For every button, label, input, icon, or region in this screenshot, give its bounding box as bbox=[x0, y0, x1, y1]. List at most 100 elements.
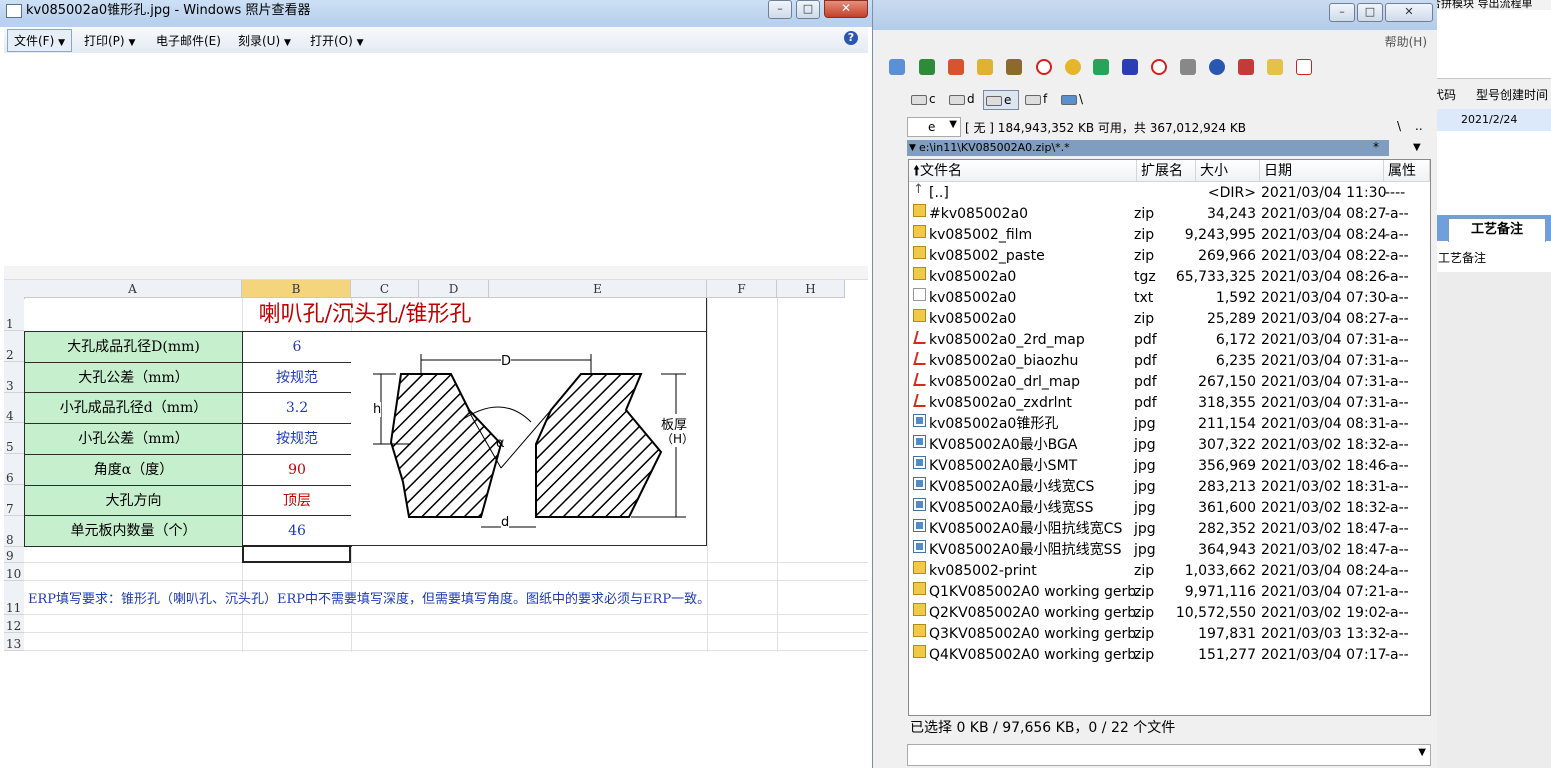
file-name: KV085002A0最小BGA bbox=[929, 437, 1078, 453]
window-title: kv085002a0锥形孔.jpg - Windows 照片查看器 bbox=[26, 3, 311, 18]
drive-f[interactable]: f bbox=[1023, 90, 1047, 108]
menu-burn[interactable]: 刻录(U) ▼ bbox=[238, 32, 291, 49]
img-icon bbox=[913, 498, 926, 511]
cube-icon[interactable] bbox=[1122, 59, 1138, 75]
status-bar: 已选择 0 KB / 97,656 KB，0 / 22 个文件 bbox=[910, 720, 1176, 736]
menu-open[interactable]: 打开(O) ▼ bbox=[310, 32, 364, 49]
menu-print[interactable]: 打印(P) ▼ bbox=[84, 32, 135, 49]
file-row[interactable]: kv085002a0_zxdrlnt pdf 318,355 2021/03/04 0… bbox=[909, 393, 1430, 414]
file-row[interactable]: #kv085002a0 zip 34,243 2021/03/04 08:27 -a-- bbox=[909, 204, 1430, 225]
file-size: 361,600 bbox=[1198, 500, 1256, 516]
file-attributes: -a-- bbox=[1385, 416, 1409, 432]
file-row[interactable]: kv085002a0锥形孔 jpg 211,154 2021/03/04 08:31-… bbox=[909, 414, 1430, 435]
tab-process-notes[interactable]: 工艺备注 bbox=[1448, 218, 1546, 242]
file-row[interactable]: kv085002a0 zip 25,289 2021/03/04 08:27 -a-- bbox=[909, 309, 1430, 330]
folder-icon bbox=[913, 624, 926, 637]
file-row[interactable]: KV085002A0最小线宽SS jpg 361,600 2021/03/02 18:… bbox=[909, 498, 1430, 519]
file-size: 356,969 bbox=[1198, 458, 1256, 474]
pdf-tool-icon[interactable] bbox=[1093, 59, 1109, 75]
file-size: 25,289 bbox=[1207, 311, 1256, 327]
file-row[interactable]: Q2KV085002A0 working gerb.. zip 10,572,550… bbox=[909, 603, 1430, 624]
key-icon[interactable] bbox=[1065, 59, 1081, 75]
shield-icon[interactable] bbox=[1238, 59, 1254, 75]
close-button[interactable]: ✕ bbox=[1385, 3, 1433, 22]
file-row[interactable]: kv085002a0 txt 1,592 2021/03/04 07:30 -a-- bbox=[909, 288, 1430, 309]
info-icon[interactable] bbox=[1209, 59, 1225, 75]
folder-icon bbox=[913, 246, 926, 259]
minimize-button[interactable]: – bbox=[768, 0, 792, 19]
file-extension: txt bbox=[1134, 290, 1154, 306]
grid-line bbox=[24, 562, 868, 563]
parent-button[interactable]: .. bbox=[1415, 119, 1423, 133]
minimize-button[interactable]: – bbox=[1329, 3, 1355, 22]
refresh-icon[interactable] bbox=[889, 59, 905, 75]
menu-file[interactable]: 文件(F) ▼ bbox=[7, 29, 73, 52]
sheet-label-cell: 大孔公差（mm） bbox=[24, 362, 243, 394]
folder-icon bbox=[913, 603, 926, 616]
file-row[interactable]: kv085002a0 tgz 65,733,325 2021/03/04 08:26-… bbox=[909, 267, 1430, 288]
file-row[interactable]: KV085002A0最小阻抗线宽SS jpg 364,943 2021/03/02 1… bbox=[909, 540, 1430, 561]
puzzle-icon[interactable] bbox=[1006, 59, 1022, 75]
file-name: kv085002a0_biaozhu bbox=[929, 353, 1079, 369]
header-size[interactable]: 大小 bbox=[1196, 160, 1260, 182]
network-icon[interactable] bbox=[1180, 59, 1196, 75]
drive-select[interactable]: e ▼ bbox=[907, 117, 961, 137]
column-model-created-time[interactable]: 型号创建时间 bbox=[1476, 86, 1548, 103]
filter-text[interactable]: * bbox=[1373, 140, 1379, 154]
drive-c[interactable]: c bbox=[909, 90, 936, 108]
help-menu[interactable]: 帮助(H) bbox=[1385, 33, 1427, 50]
file-row[interactable]: ↑ [..] <DIR> 2021/03/04 11:30 ---- bbox=[909, 183, 1430, 204]
file-row[interactable]: KV085002A0最小阻抗线宽CS jpg 282,352 2021/03/02 1… bbox=[909, 519, 1430, 540]
file-row[interactable]: KV085002A0最小线宽CS jpg 283,213 2021/03/02 18:… bbox=[909, 477, 1430, 498]
file-row[interactable]: Q3KV085002A0 working gerb.. zip 197,831 202… bbox=[909, 624, 1430, 645]
archive-icon[interactable] bbox=[948, 59, 964, 75]
maximize-button[interactable]: □ bbox=[1357, 3, 1383, 22]
file-row[interactable]: kv085002a0_2rd_map pdf 6,172 2021/03/04 07:… bbox=[909, 330, 1430, 351]
row-number: 11 bbox=[4, 581, 24, 615]
file-manager-titlebar[interactable]: – □ ✕ bbox=[873, 0, 1437, 30]
sheet-value-cell: 按规范 bbox=[242, 423, 352, 455]
file-row[interactable]: Q1KV085002A0 working gerb.. zip 9,971,116 2… bbox=[909, 582, 1430, 603]
root-button[interactable]: \ bbox=[1397, 119, 1401, 133]
acrobat-icon[interactable] bbox=[1296, 59, 1312, 75]
header-date[interactable]: 日期 bbox=[1260, 160, 1384, 182]
maximize-button[interactable]: □ bbox=[796, 0, 820, 19]
stop-icon[interactable] bbox=[1151, 59, 1167, 75]
file-date: 2021/03/02 18:46 bbox=[1261, 458, 1387, 474]
header-attributes[interactable]: 属性 bbox=[1384, 160, 1430, 182]
file-extension: jpg bbox=[1134, 437, 1156, 453]
filter-dropdown-icon[interactable]: ▼ bbox=[1413, 142, 1421, 153]
file-size: 197,831 bbox=[1198, 626, 1256, 642]
file-row[interactable]: kv085002-print zip 1,033,662 2021/03/04 08:… bbox=[909, 561, 1430, 582]
book-icon[interactable] bbox=[977, 59, 993, 75]
command-line[interactable]: ▼ bbox=[907, 744, 1431, 766]
img-icon bbox=[913, 477, 926, 490]
header-extension[interactable]: 扩展名 bbox=[1137, 160, 1196, 182]
drive-d[interactable]: d bbox=[947, 90, 975, 108]
file-row[interactable]: Q4KV085002A0 working gerb.. zip 151,277 202… bbox=[909, 645, 1430, 666]
drive-e[interactable]: e bbox=[983, 90, 1019, 110]
menu-email[interactable]: 电子邮件(E) bbox=[156, 32, 221, 49]
file-row[interactable]: kv085002_paste zip 269,966 2021/03/04 08:22… bbox=[909, 246, 1430, 267]
folder-lock-icon[interactable] bbox=[1267, 59, 1283, 75]
row-number: 12 bbox=[4, 615, 24, 633]
file-row[interactable]: KV085002A0最小SMT jpg 356,969 2021/03/02 18:4… bbox=[909, 456, 1430, 477]
path-bar[interactable]: ▼ e:\in11\KV085002A0.zip\*.* bbox=[907, 140, 1389, 156]
close-button[interactable]: ✕ bbox=[824, 0, 868, 18]
file-name: Q4KV085002A0 working gerb.. bbox=[929, 647, 1146, 663]
photo-viewer-titlebar[interactable]: kv085002a0锥形孔.jpg - Windows 照片查看器 – □ ✕ bbox=[0, 0, 872, 22]
help-icon[interactable]: ? bbox=[844, 31, 858, 45]
block-icon[interactable] bbox=[1036, 59, 1052, 75]
file-row[interactable]: kv085002a0_drl_map pdf 267,150 2021/03/04 0… bbox=[909, 372, 1430, 393]
file-row[interactable]: kv085002a0_biaozhu pdf 6,235 2021/03/04 07:… bbox=[909, 351, 1430, 372]
row-number: 4 bbox=[4, 393, 24, 423]
file-attributes: ---- bbox=[1385, 185, 1406, 201]
background-table-row[interactable]: 2021/2/24 bbox=[1430, 109, 1551, 131]
file-row[interactable]: kv085002_film zip 9,243,995 2021/03/04 08:2… bbox=[909, 225, 1430, 246]
col-header-e: E bbox=[489, 280, 707, 298]
excel-icon[interactable] bbox=[919, 59, 935, 75]
file-row[interactable]: KV085002A0最小BGA jpg 307,322 2021/03/02 18:3… bbox=[909, 435, 1430, 456]
drive-network[interactable]: \ bbox=[1059, 90, 1083, 108]
file-attributes: -a-- bbox=[1385, 584, 1409, 600]
header-filename[interactable]: 🠙文件名 bbox=[909, 160, 1137, 182]
